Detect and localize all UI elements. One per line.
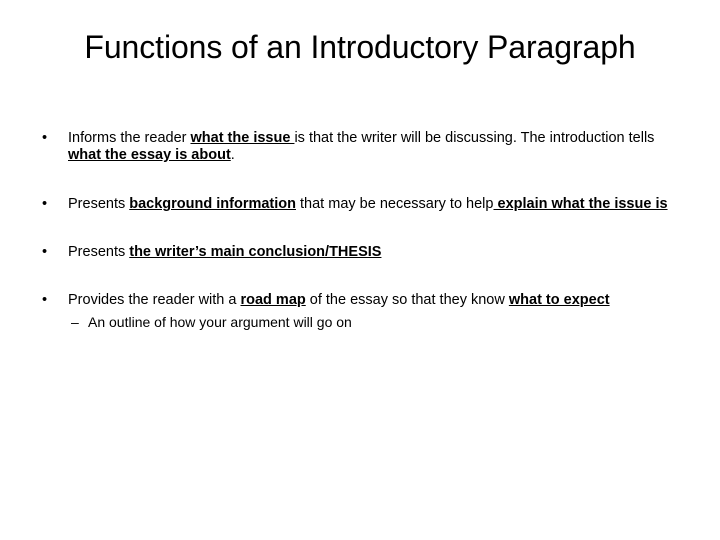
bullet-run-emphasis: what to expect [508, 292, 610, 308]
bullet-thesis: • Presents the writer’s main conclusion/… [40, 244, 680, 261]
page-title: Functions of an Introductory Paragraph [84, 29, 636, 65]
bullet-background-information: • Presents background information that m… [40, 196, 680, 213]
bullet-list: • Informs the reader what the issue is t… [40, 130, 680, 331]
bullet-run-emphasis: the writer’s main conclusion/THESIS [129, 244, 382, 260]
bullet-run: Provides the reader with a [68, 292, 241, 308]
bullet-run-emphasis: road map [240, 292, 306, 308]
sub-bullet-text: An outline of how your argument will go … [88, 314, 352, 330]
bullet-marker-icon: • [42, 130, 48, 146]
sub-bullet-outline: – An outline of how your argument will g… [40, 314, 680, 331]
bullet-run: Presents [68, 196, 130, 212]
bullet-run: . [230, 147, 235, 163]
bullet-marker-icon: • [42, 244, 48, 260]
bullet-run-emphasis: explain what the issue is [493, 196, 668, 212]
bullet-text: Provides the reader with a road map of t… [68, 292, 680, 309]
bullet-informs-reader: • Informs the reader what the issue is t… [40, 130, 680, 164]
bullet-road-map: • Provides the reader with a road map of… [40, 292, 680, 309]
bullet-marker-icon: • [42, 292, 48, 308]
bullet-marker-icon: • [42, 196, 48, 212]
bullet-text: Presents background information that may… [68, 196, 680, 213]
bullet-text: Presents the writer’s main conclusion/TH… [68, 244, 680, 261]
sub-bullet-dash-icon: – [71, 314, 79, 330]
bullet-spacer [40, 164, 680, 196]
bullet-text: Informs the reader what the issue is tha… [68, 130, 680, 164]
bullet-spacer [40, 213, 680, 244]
bullet-run-emphasis: what the issue [190, 130, 295, 146]
bullet-run: of the essay so that they know [305, 292, 509, 308]
bullet-run-emphasis: background information [129, 196, 296, 212]
bullet-run: Presents [68, 244, 130, 260]
slide-canvas: Functions of an Introductory Paragraph •… [0, 0, 720, 540]
bullet-spacer [40, 261, 680, 292]
bullet-run: that may be necessary to help [296, 196, 494, 212]
bullet-run: is that the writer will be discussing. T… [294, 130, 655, 146]
bullet-run: Informs the reader [68, 130, 191, 146]
bullet-run-emphasis: what the essay is about [68, 147, 231, 163]
